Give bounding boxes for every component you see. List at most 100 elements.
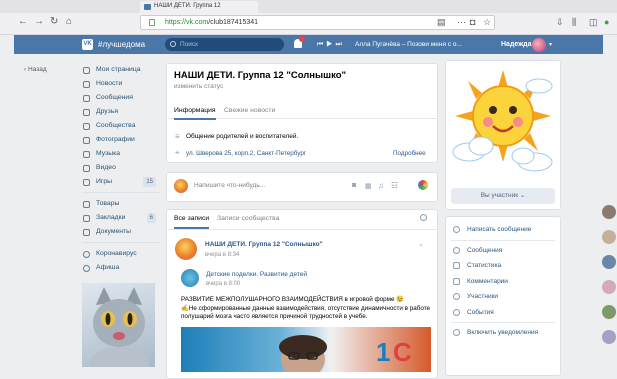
bell-icon [453, 329, 460, 336]
divider [82, 242, 160, 243]
palette-icon[interactable] [418, 180, 428, 190]
avatar[interactable] [602, 280, 616, 294]
action-label: Написать сообщение [467, 226, 532, 233]
library-icon[interactable]: ⫼ [572, 17, 576, 28]
sidebar-item-label: Друзья [96, 108, 119, 115]
pocket-icon[interactable]: ◘ [470, 17, 475, 27]
now-playing-track[interactable]: Алла Пугачёва – Позови меня с о... [355, 41, 462, 48]
sidebar-item-news[interactable]: Новости [82, 77, 160, 91]
enable-notifications-button[interactable]: Включить уведомления [451, 325, 555, 341]
sidebar-item-goods[interactable]: Товары [82, 197, 160, 211]
sidebar-item-documents[interactable]: Документы [82, 225, 160, 239]
tab-community-posts[interactable]: Записи сообщества [217, 215, 280, 222]
avatar[interactable] [602, 255, 616, 269]
post-image[interactable]: 1 C [181, 327, 431, 379]
group-description: Общение родителей и воспитателей. [186, 133, 299, 140]
link-messages[interactable]: Сообщения [451, 243, 555, 259]
avatar[interactable] [602, 230, 616, 244]
notification-badge [299, 36, 305, 42]
repost-author[interactable]: Детские поделки. Развитие детей [206, 271, 307, 278]
player-controls[interactable]: ⏮▶⏭ [317, 41, 345, 49]
link-members[interactable]: Участники [451, 289, 555, 305]
group-avatar[interactable] [451, 66, 555, 183]
music-icon[interactable]: ♫ [378, 181, 384, 190]
post-author[interactable]: НАШИ ДЕТИ. Группа 12 "Солнышко" [205, 241, 323, 248]
link-statistics[interactable]: Статистика [451, 258, 555, 274]
repost-date[interactable]: вчера в 8:00 [206, 281, 240, 287]
video-icon[interactable]: ▦ [365, 182, 372, 190]
bag-icon [83, 201, 90, 208]
sidebar-item-games[interactable]: Игры 15 [82, 175, 160, 189]
post-date[interactable]: вчера в 8:34 [205, 252, 239, 258]
composer-placeholder[interactable]: Напишите что-нибудь... [194, 182, 265, 189]
user-icon [453, 293, 460, 300]
group-tabs: Информация Свежие новости [166, 101, 438, 120]
star-icon[interactable]: ☆ [483, 17, 491, 28]
member-button[interactable]: Вы участник ⌄ [451, 188, 555, 204]
avatar[interactable] [602, 330, 616, 344]
list-icon[interactable]: ☷ [391, 181, 398, 190]
back-link[interactable]: ‹ Назад [24, 66, 47, 73]
friends-icon [83, 109, 90, 116]
browser-tab[interactable]: НАШИ ДЕТИ. Группа 12 [140, 1, 258, 13]
sidebar-item-afisha[interactable]: Афиша [82, 261, 160, 275]
link-comments[interactable]: Комментарии [451, 274, 555, 290]
group-address[interactable]: ул. Шверова 25, корп.2, Санкт-Петербург [186, 150, 306, 157]
sidebar-item-label: Мои страница [96, 66, 141, 73]
status-hint[interactable]: изменить статус [174, 83, 223, 90]
sidebar-item-label: Новости [96, 80, 123, 87]
user-name[interactable]: Надежда [501, 41, 532, 48]
more-icon[interactable]: ··· [457, 17, 466, 27]
news-icon [83, 81, 90, 88]
back-label: Назад [27, 66, 47, 73]
more-link[interactable]: Подробнее [393, 150, 426, 157]
tab-all-posts[interactable]: Все записи [174, 215, 210, 229]
search-icon[interactable] [420, 214, 427, 221]
avatar[interactable] [602, 205, 616, 219]
sidebar-item-label: Сообщества [96, 122, 136, 129]
sidebar-icon[interactable]: ◫ [589, 17, 598, 28]
sidebar-item-video[interactable]: Видео [82, 161, 160, 175]
ad-image[interactable] [82, 283, 155, 367]
chevron-down-icon[interactable]: ▾ [549, 41, 552, 48]
forward-icon[interactable]: → [34, 16, 44, 28]
sidebar-item-my-page[interactable]: Мои страница [82, 63, 160, 77]
extension-icon[interactable]: ● [604, 17, 609, 27]
vk-favicon-icon [144, 4, 151, 10]
avatar[interactable] [181, 269, 199, 287]
reload-icon[interactable]: ↻ [50, 16, 58, 28]
write-message-button[interactable]: Написать сообщение [451, 222, 555, 238]
sidebar-item-music[interactable]: Музыка [82, 147, 160, 161]
chevron-down-icon[interactable]: ⌄ [418, 240, 424, 248]
sidebar-item-label: Закладки [96, 214, 126, 221]
tab-fresh-news[interactable]: Свежие новости [224, 107, 275, 114]
back-icon[interactable]: ← [18, 16, 28, 28]
reader-view-icon[interactable]: ▤ [437, 17, 446, 28]
avatar[interactable] [532, 38, 546, 52]
avatar[interactable] [175, 238, 197, 260]
svg-text:1: 1 [376, 337, 390, 367]
link-label: Участники [467, 293, 499, 300]
download-icon[interactable]: ⇩ [556, 17, 564, 28]
communities-icon [83, 123, 90, 130]
tab-info[interactable]: Информация [174, 107, 216, 120]
site-hashtag[interactable]: #лучшедома [98, 40, 145, 49]
vk-logo[interactable]: VK [82, 39, 93, 50]
sidebar-item-messages[interactable]: Сообщения [82, 91, 160, 105]
divider [451, 239, 555, 241]
sidebar-item-communities[interactable]: Сообщества [82, 119, 160, 133]
sidebar-item-coronavirus[interactable]: Коронавирус [82, 247, 160, 261]
count-badge: 6 [146, 213, 156, 223]
sidebar-item-bookmarks[interactable]: Закладки 6 [82, 211, 160, 225]
search-input[interactable]: Поиск [165, 38, 284, 51]
avatar[interactable] [602, 305, 616, 319]
browser-toolbar: НАШИ ДЕТИ. Группа 12 ← → ↻ ⌂ https://vk.… [0, 0, 617, 35]
link-events[interactable]: События [451, 305, 555, 321]
sidebar-item-friends[interactable]: Друзья [82, 105, 160, 119]
home-icon[interactable]: ⌂ [66, 16, 72, 28]
camera-icon[interactable]: ◙ [352, 182, 356, 189]
avatar [174, 179, 188, 193]
sidebar-item-photos[interactable]: Фотографии [82, 133, 160, 147]
sidebar-item-label: Коронавирус [96, 250, 137, 257]
sidebar-item-label: Видео [96, 164, 116, 171]
